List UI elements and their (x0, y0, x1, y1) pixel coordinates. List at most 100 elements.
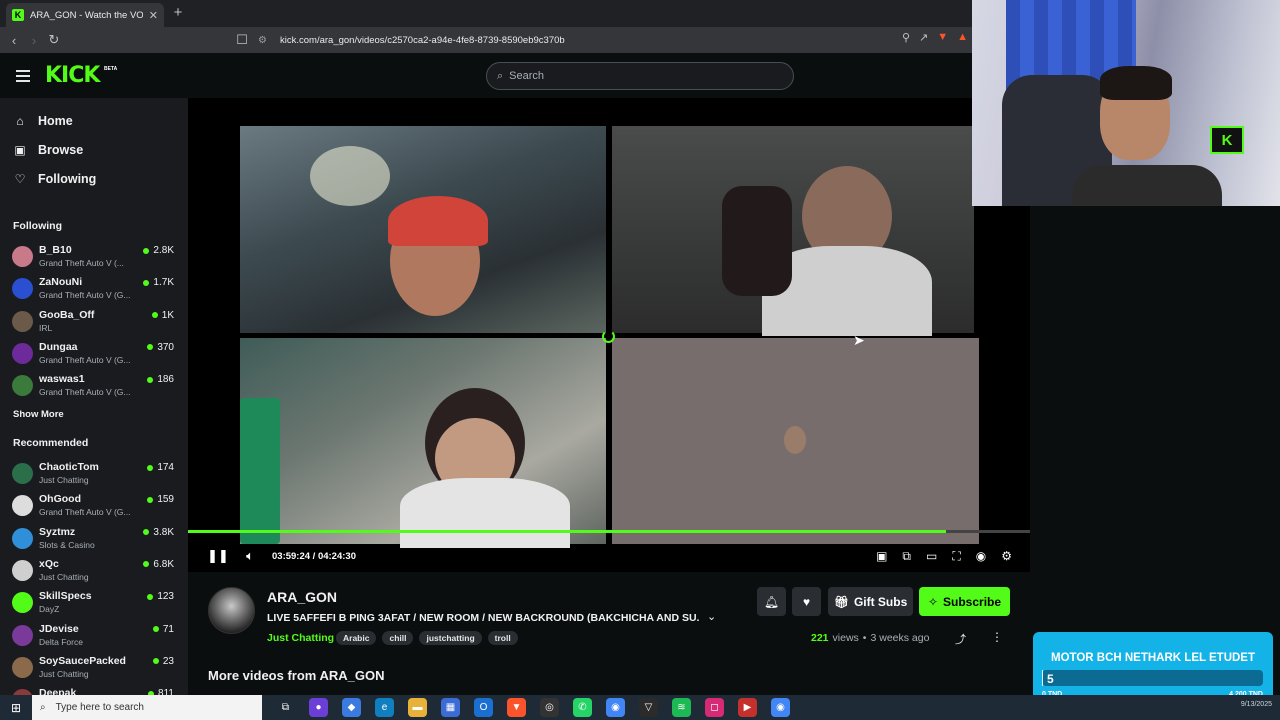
bookmark-icon[interactable]: ☐ (232, 32, 252, 48)
brave-shield-icon[interactable]: ▼ (937, 31, 948, 44)
channel-category: Grand Theft Auto V (G... (39, 387, 131, 398)
tag[interactable]: chill (382, 631, 414, 645)
nav-label: Following (38, 172, 97, 186)
video-player[interactable] (188, 98, 1030, 572)
channel-list-item[interactable]: SoySaucePacked Just Chatting 23 (12, 653, 178, 685)
channel-list-item[interactable]: xQc Just Chatting 6.8K (12, 556, 178, 588)
more-options-icon[interactable]: ⋮ (991, 630, 1003, 644)
taskbar-search-input[interactable]: ⌕ Type here to search (32, 695, 262, 720)
copilot-icon[interactable]: ◆ (342, 698, 361, 717)
miniplayer-icon[interactable]: ▣ (876, 549, 887, 563)
app-icon[interactable]: ● (309, 698, 328, 717)
channel-list-item[interactable]: ZaNouNi Grand Theft Auto V (G... 1.7K (12, 274, 178, 306)
video-tile-bottom-right (612, 338, 979, 544)
player-controls: ❚❚ 🔈︎ 03:59:24 / 04:24:30 ▣ ⧉ ▭ ⛶ ◉ ⚙ (188, 544, 1030, 568)
channel-name[interactable]: ARA_GON (267, 589, 337, 605)
channel-name: Dungaa (39, 340, 78, 353)
avatar (12, 463, 33, 484)
viewer-count: 1.7K (143, 277, 174, 288)
spotify-icon[interactable]: ≋ (672, 698, 691, 717)
channel-list-item[interactable]: SkillSpecs DayZ 123 (12, 588, 178, 620)
sidebar-item-home[interactable]: ⌂ Home (14, 114, 72, 128)
show-more-button[interactable]: Show More (13, 409, 64, 420)
goal-progress-bar (1042, 670, 1263, 686)
tag[interactable]: troll (487, 631, 518, 645)
kick-logo[interactable]: KICK (45, 63, 100, 88)
live-dot-icon (152, 658, 159, 665)
progress-fill (188, 530, 946, 533)
task-view-icon[interactable]: ⧉ (276, 698, 295, 717)
chevron-down-icon[interactable]: ⌄ (707, 610, 716, 623)
store-icon[interactable]: ▦ (441, 698, 460, 717)
edge-icon[interactable]: e (375, 698, 394, 717)
views-label: views (832, 632, 859, 644)
app-icon[interactable]: ▽ (639, 698, 658, 717)
channel-list-item[interactable]: JDevise Delta Force 71 (12, 621, 178, 653)
avatar (12, 592, 33, 614)
channel-list-item[interactable]: B_B10 Grand Theft Auto V (... 2.8K (12, 242, 178, 274)
zoom-icon[interactable]: ⚲ (902, 31, 910, 44)
live-dot-icon (152, 626, 159, 632)
channel-name: GooBa_Off (39, 308, 95, 321)
channel-name: JDevise (39, 622, 79, 635)
app-icon[interactable]: ▶ (738, 698, 757, 717)
viewer-count: 71 (152, 624, 174, 635)
chrome-icon[interactable]: ◉ (771, 698, 790, 717)
volume-icon[interactable]: 🔈︎ (234, 548, 266, 564)
subscribe-button[interactable]: ✧ Subscribe (919, 587, 1010, 616)
fullscreen-icon[interactable]: ⛶ (952, 549, 960, 564)
brave-icon[interactable]: ▼ (507, 698, 526, 717)
windows-start-icon[interactable]: ⊞ (0, 701, 32, 715)
obs-icon[interactable]: ◎ (540, 698, 559, 717)
video-tile-bottom-left (240, 338, 606, 548)
reload-icon[interactable]: ↻ (44, 32, 64, 48)
back-icon[interactable]: ‹ (4, 33, 24, 48)
sidebar-item-following[interactable]: ♡ Following (14, 172, 97, 186)
category-link[interactable]: Just Chatting (267, 632, 334, 644)
share-icon[interactable]: ⤴ (955, 631, 966, 647)
video-progress-bar[interactable] (188, 530, 1030, 533)
channel-list-item[interactable]: GooBa_Off IRL 1K (12, 307, 178, 339)
taskbar-search-placeholder: Type here to search (55, 702, 144, 713)
settings-gear-icon[interactable]: ⚙ (1001, 549, 1012, 563)
close-tab-icon[interactable]: ✕ (149, 9, 158, 22)
playback-speed-icon[interactable]: ◉ (976, 549, 986, 563)
forward-icon[interactable]: › (24, 33, 44, 48)
channel-list-item[interactable]: OhGood Grand Theft Auto V (G... 159 (12, 491, 178, 523)
clip-icon[interactable]: ⧉ (902, 549, 911, 564)
pause-icon[interactable]: ❚❚ (202, 548, 234, 564)
channel-list-item[interactable]: ChaoticTom Just Chatting 174 (12, 459, 178, 491)
site-info-icon[interactable]: ⚙ (258, 35, 272, 46)
tag[interactable]: Arabic (336, 631, 377, 645)
chrome-icon[interactable]: ◉ (606, 698, 625, 717)
follow-button[interactable]: ♥ (792, 587, 821, 616)
channel-name: Syztmz (39, 525, 76, 538)
whatsapp-icon[interactable]: ✆ (573, 698, 592, 717)
channel-list-item[interactable]: waswas1 Grand Theft Auto V (G... 186 (12, 371, 178, 403)
tag[interactable]: justchatting (419, 631, 482, 645)
outlook-icon[interactable]: O (474, 698, 493, 717)
channel-name: ZaNouNi (39, 276, 83, 289)
new-tab-button[interactable]: + (170, 4, 186, 22)
notification-bell-button[interactable]: 🔔︎ (757, 587, 786, 616)
channel-avatar[interactable] (208, 587, 255, 634)
channel-name: B_B10 (39, 244, 72, 256)
channel-category: Grand Theft Auto V (G... (39, 507, 131, 518)
channel-list-item[interactable]: Dungaa Grand Theft Auto V (G... 370 (12, 339, 178, 371)
browser-tab[interactable]: K ARA_GON - Watch the VOD o ✕ (6, 3, 164, 27)
brave-rewards-icon[interactable]: ▲ (957, 31, 968, 44)
home-icon: ⌂ (16, 114, 24, 128)
instagram-icon[interactable]: ◻ (705, 698, 724, 717)
sidebar-item-browse[interactable]: ▣ Browse (14, 143, 83, 157)
menu-icon[interactable] (16, 70, 30, 82)
avatar (12, 278, 33, 300)
file-explorer-icon[interactable]: ▬ (408, 698, 427, 717)
goal-title: MOTOR BCH NETHARK LEL ETUDET (1050, 652, 1256, 664)
gift-subs-button[interactable]: 🎁︎ Gift Subs (828, 587, 913, 616)
share-page-icon[interactable]: ↗ (919, 31, 928, 44)
time-display: 03:59:24 / 04:24:30 (272, 550, 356, 562)
theater-mode-icon[interactable]: ▭ (926, 549, 937, 563)
channel-list-item[interactable]: Syztmz Slots & Casino 3.8K (12, 524, 178, 556)
url-field[interactable]: ⚙ kick.com/ara_gon/videos/c2570ca2-a94e-… (252, 29, 972, 51)
search-input[interactable]: ⌕ Search (486, 62, 794, 90)
